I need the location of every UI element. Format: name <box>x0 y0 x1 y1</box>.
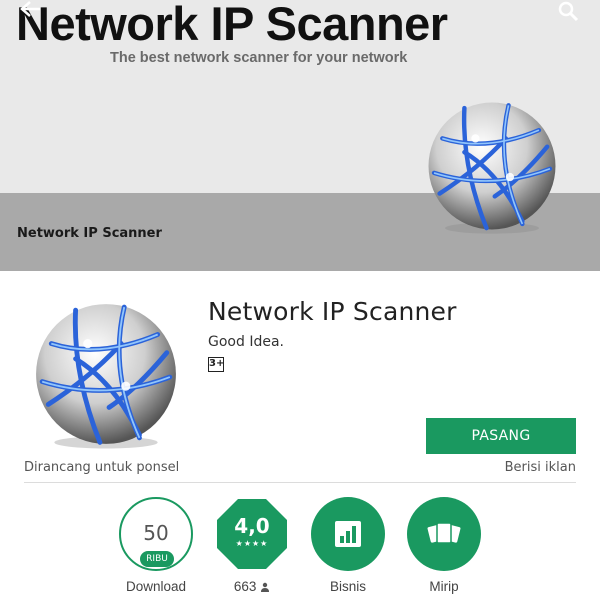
cards-icon <box>427 522 461 544</box>
banner-caption: Network IP Scanner <box>17 226 162 241</box>
rating-value: 4,0 <box>234 514 270 538</box>
similar-label: Mirip <box>429 579 459 594</box>
banner-subtitle: The best network scanner for your networ… <box>110 50 408 66</box>
downloads-unit: RIBU <box>140 551 174 567</box>
category-badge <box>311 497 385 571</box>
rating-count-label: 663 <box>214 579 290 594</box>
install-button[interactable]: PASANG <box>426 418 576 454</box>
downloads-count: 50 <box>143 521 169 545</box>
similar-badge <box>407 497 481 571</box>
rating-stars: ★★★★ <box>235 539 269 548</box>
rating-stat[interactable]: 4,0 ★★★★ 663 <box>214 497 290 594</box>
banner-title: Network IP Scanner <box>16 0 448 50</box>
divider <box>24 482 576 483</box>
similar-stat[interactable]: Mirip <box>406 497 482 594</box>
category-label: Bisnis <box>329 579 366 594</box>
app-icon <box>36 304 176 449</box>
rating-count: 663 <box>233 579 257 594</box>
downloads-badge: 50 RIBU <box>119 497 193 571</box>
globe-icon <box>428 102 556 234</box>
contains-ads-text: Berisi iklan <box>504 460 576 475</box>
developer-link[interactable]: Good Idea. <box>208 334 284 350</box>
app-title: Network IP Scanner <box>208 297 457 326</box>
bar-chart-icon <box>335 521 361 547</box>
search-icon[interactable] <box>556 0 580 24</box>
designed-for-phone-text: Dirancang untuk ponsel <box>24 460 180 475</box>
person-icon <box>261 582 270 592</box>
category-stat[interactable]: Bisnis <box>310 497 386 594</box>
back-arrow-icon[interactable] <box>18 0 42 18</box>
content-rating-badge: 3+ <box>208 357 224 372</box>
downloads-label: Download <box>125 579 187 594</box>
feature-banner: Network IP Scanner The best network scan… <box>0 0 600 271</box>
downloads-stat[interactable]: 50 RIBU Download <box>118 497 194 594</box>
